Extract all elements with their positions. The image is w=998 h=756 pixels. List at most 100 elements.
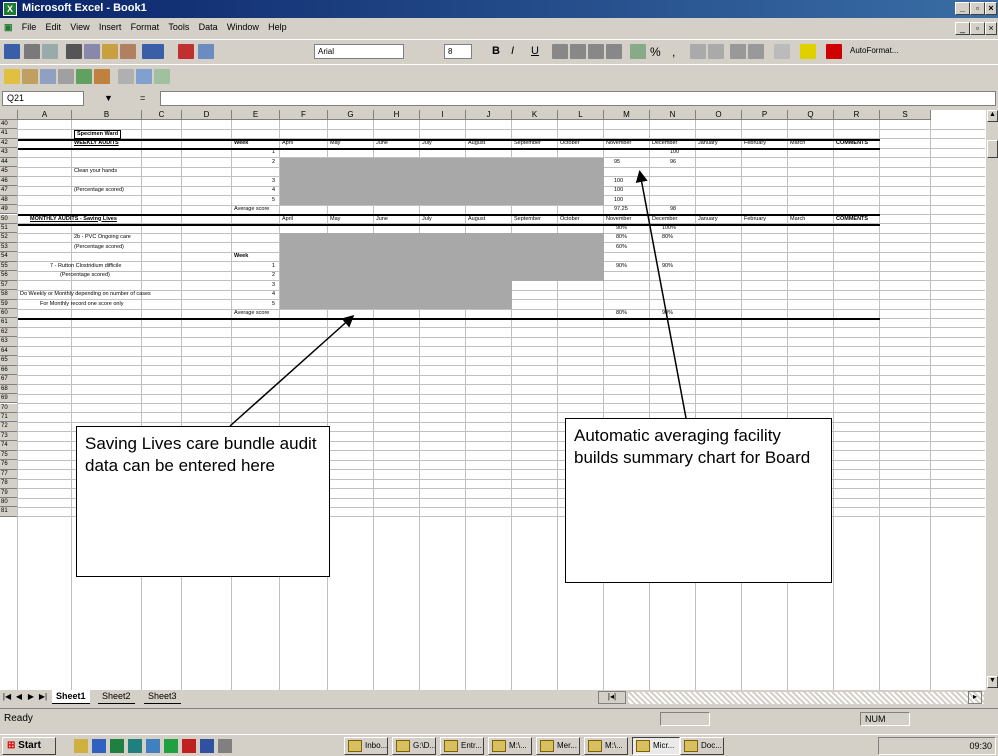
fill-color-icon[interactable] [800, 44, 816, 59]
currency-icon[interactable] [630, 44, 646, 59]
hscroll-left-icon[interactable]: |◂| [598, 691, 626, 704]
quicklaunch-app7-icon[interactable] [182, 739, 196, 753]
font-name-select[interactable]: Arial [314, 44, 404, 59]
close-button[interactable]: × [985, 2, 997, 15]
name-box[interactable]: Q21 [2, 91, 84, 106]
spreadsheet-grid[interactable]: ABCDEFGHIJKLMNOPQRS 40 41 42 43 44 45 46 47 48 49… [0, 110, 985, 690]
menu-window[interactable]: Window [227, 22, 259, 32]
scroll-down-icon[interactable]: ▼ [987, 676, 998, 688]
quicklaunch-app6-icon[interactable] [164, 739, 178, 753]
document-icon[interactable]: ▣ [4, 22, 13, 33]
task-label: Inbo... [365, 741, 388, 750]
decrease-decimal-icon[interactable] [708, 44, 724, 59]
menu-help[interactable]: Help [268, 22, 287, 32]
email-icon[interactable] [40, 69, 56, 84]
excel-app-icon[interactable]: X [3, 2, 17, 16]
chart-wizard-icon[interactable] [178, 44, 194, 59]
borders-icon[interactable] [774, 44, 790, 59]
folder-icon[interactable] [22, 69, 38, 84]
increase-decimal-icon[interactable] [690, 44, 706, 59]
search-web-icon[interactable] [94, 69, 110, 84]
help-icon[interactable] [198, 44, 214, 59]
menu-format[interactable]: Format [131, 22, 160, 32]
taskbar-button[interactable]: G:\D... [392, 737, 436, 755]
doc-restore-button[interactable]: ▫ [970, 22, 985, 35]
increase-indent-icon[interactable] [748, 44, 764, 59]
first-sheet-icon[interactable]: |◀ [2, 692, 12, 704]
task-label: M:\... [605, 741, 623, 750]
quicklaunch-app1-icon[interactable] [74, 739, 88, 753]
taskbar-button[interactable]: M:\... [584, 737, 628, 755]
align-left-icon[interactable] [552, 44, 568, 59]
scroll-thumb[interactable] [987, 140, 998, 158]
quicklaunch-app5-icon[interactable] [146, 739, 160, 753]
callout-arrows [229, 170, 687, 427]
decrease-indent-icon[interactable] [730, 44, 746, 59]
next-sheet-icon[interactable]: ▶ [26, 692, 36, 704]
windows-logo-icon: ⊞ [7, 740, 16, 751]
undo-icon[interactable] [142, 44, 164, 59]
task-app-icon [396, 740, 410, 752]
horizontal-scrollbar[interactable] [628, 692, 984, 704]
print-icon[interactable] [24, 44, 40, 59]
taskbar-button[interactable]: Micr... [632, 737, 680, 755]
menu-edit[interactable]: Edit [46, 22, 62, 32]
taskbar-button[interactable]: M:\... [488, 737, 532, 755]
quicklaunch-excel-icon[interactable] [110, 739, 124, 753]
align-right-icon[interactable] [588, 44, 604, 59]
tab-sheet1[interactable]: Sheet1 [52, 690, 90, 704]
minimize-button[interactable]: _ [955, 2, 970, 15]
center-icon[interactable] [570, 44, 586, 59]
start-button[interactable]: ⊞ Start [2, 737, 56, 755]
formula-input[interactable] [160, 91, 996, 106]
taskbar-button[interactable]: Doc... [680, 737, 724, 755]
menu-file[interactable]: File [22, 22, 37, 32]
insert-hyperlink-icon[interactable] [58, 69, 74, 84]
quick-launch [74, 739, 232, 753]
taskbar-button[interactable]: Mer... [536, 737, 580, 755]
name-box-dropdown-icon[interactable]: ▼ [104, 93, 113, 103]
quicklaunch-app8-icon[interactable] [200, 739, 214, 753]
print-preview-icon[interactable] [42, 44, 58, 59]
equals-icon[interactable]: = [140, 93, 145, 103]
merge-center-icon[interactable] [606, 44, 622, 59]
format-painter-icon[interactable] [120, 44, 136, 59]
menu-view[interactable]: View [70, 22, 89, 32]
open-icon[interactable] [4, 69, 20, 84]
cut-icon[interactable] [66, 44, 82, 59]
taskbar-button[interactable]: Inbo... [344, 737, 388, 755]
tab-sheet2[interactable]: Sheet2 [98, 690, 135, 704]
paste-icon[interactable] [102, 44, 118, 59]
doc-minimize-button[interactable]: _ [955, 22, 970, 35]
vertical-scrollbar[interactable]: ▲ ▼ [985, 110, 998, 690]
prev-sheet-icon[interactable]: ◀ [14, 692, 24, 704]
bold-button[interactable]: B [492, 45, 500, 57]
quicklaunch-app4-icon[interactable] [128, 739, 142, 753]
menu-insert[interactable]: Insert [99, 22, 122, 32]
copy-icon[interactable] [84, 44, 100, 59]
font-color-icon[interactable] [826, 44, 842, 59]
scroll-up-icon[interactable]: ▲ [987, 110, 998, 122]
web-icon[interactable] [76, 69, 92, 84]
layout-icon[interactable] [118, 69, 134, 84]
autoformat-button[interactable]: AutoFormat... [850, 46, 898, 55]
tab-sheet3[interactable]: Sheet3 [144, 690, 181, 704]
taskbar-button[interactable]: Entr... [440, 737, 484, 755]
hscroll-right-icon[interactable]: ▸ [968, 691, 982, 704]
comma-button[interactable]: , [672, 45, 675, 59]
quicklaunch-app9-icon[interactable] [218, 739, 232, 753]
menu-tools[interactable]: Tools [168, 22, 189, 32]
shape-icon[interactable] [154, 69, 170, 84]
doc-close-button[interactable]: × [985, 22, 997, 35]
italic-button[interactable]: I [511, 45, 514, 57]
font-size-select[interactable]: 8 [444, 44, 472, 59]
percent-button[interactable]: % [650, 45, 661, 59]
quicklaunch-ie-icon[interactable] [92, 739, 106, 753]
save-icon[interactable] [4, 44, 20, 59]
restore-button[interactable]: ▫ [970, 2, 985, 15]
last-sheet-icon[interactable]: ▶| [38, 692, 48, 704]
table-icon[interactable] [136, 69, 152, 84]
underline-button[interactable]: U [531, 45, 539, 57]
menu-data[interactable]: Data [199, 22, 218, 32]
taskbar: ⊞ Start Inbo... G:\D... Entr... M:\... Mer..… [0, 734, 998, 756]
